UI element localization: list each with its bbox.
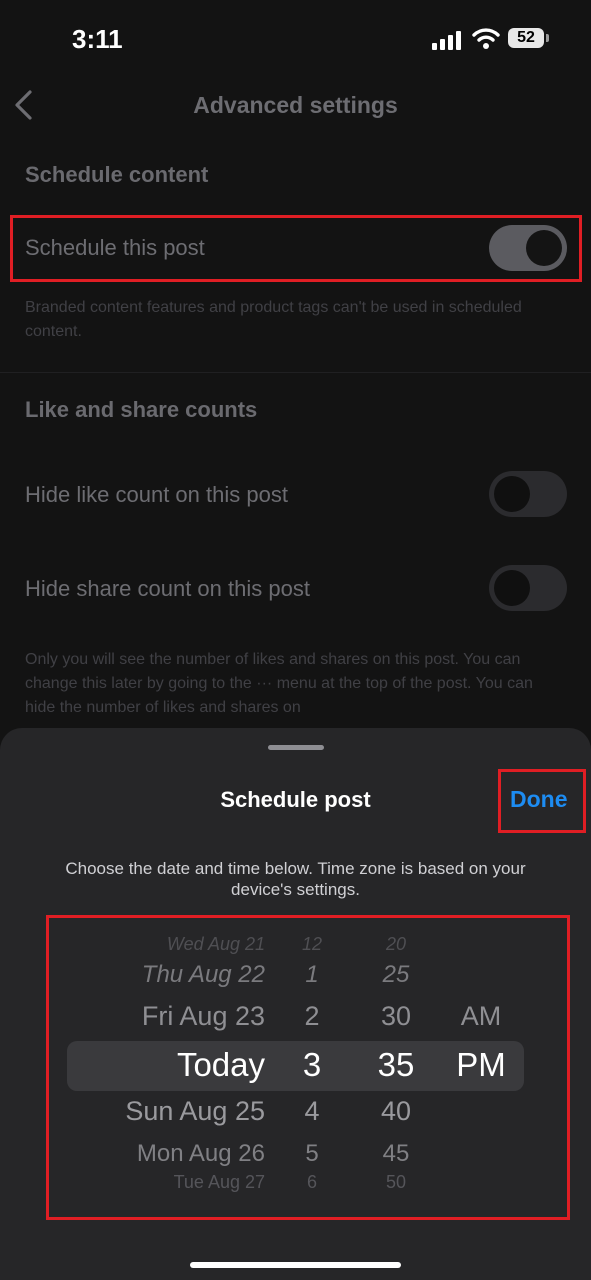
home-indicator (190, 1262, 401, 1268)
picker-highlight (46, 915, 570, 1220)
